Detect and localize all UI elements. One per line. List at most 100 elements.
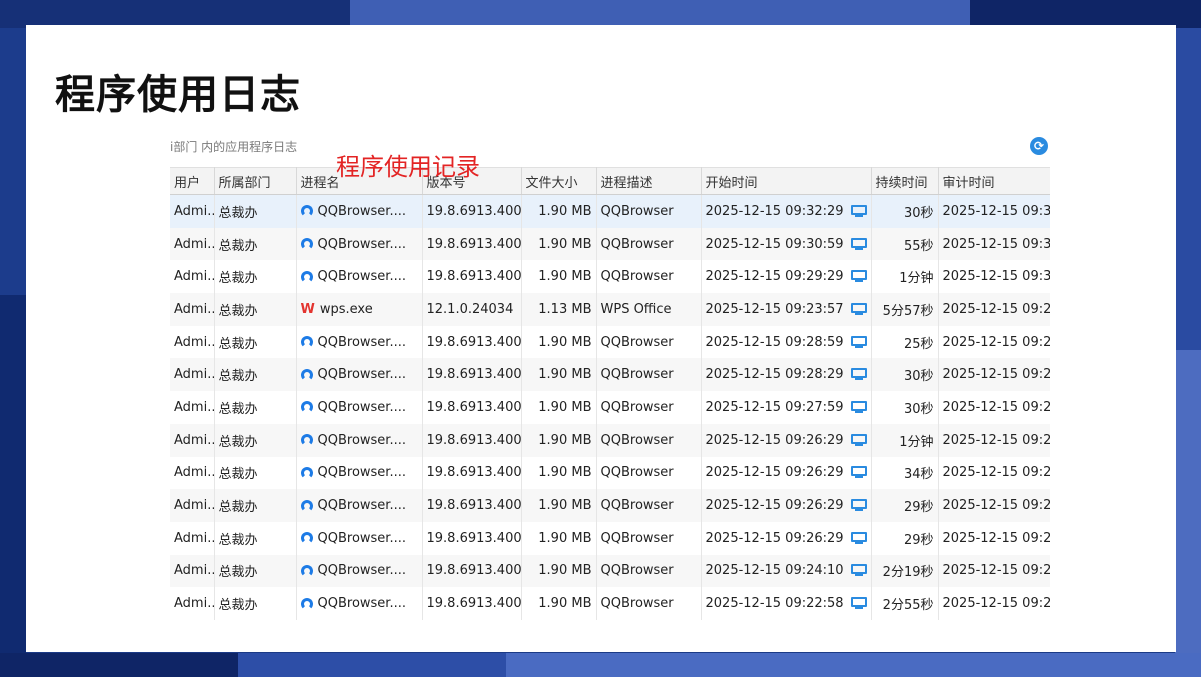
cell-user: Admi... [170, 521, 215, 555]
table-row[interactable]: Admi...总裁办 QQBrowser.... 19.8.6913.4001.90… [170, 260, 1050, 294]
monitor-icon[interactable] [850, 237, 867, 251]
start-time-wrap: 2025-12-15 09:24:10 [706, 563, 867, 578]
monitor-icon[interactable] [850, 597, 867, 610]
cell-start-time: 2025-12-15 09:26:29 [701, 521, 872, 555]
cell-department: 总裁办 [214, 587, 297, 620]
cell-version: 19.8.6913.400 [422, 554, 522, 588]
cell-audit-time: 2025-12-15 09:3 [938, 260, 1050, 294]
start-time-wrap: 2025-12-15 09:28:29 [706, 367, 867, 382]
cell-user: Admi... [170, 587, 215, 620]
process-name-text: QQBrowser.... [317, 498, 406, 514]
cell-version: 19.8.6913.400 [422, 587, 522, 620]
start-time-text: 2025-12-15 09:23:57 [705, 301, 844, 317]
cell-audit-time: 2025-12-15 09:2 [938, 587, 1050, 620]
column-header[interactable]: 所属部门 [214, 167, 297, 195]
cell-version: 19.8.6913.400 [422, 521, 522, 555]
start-time-wrap: 2025-12-15 09:23:57 [706, 302, 867, 317]
cell-description: QQBrowser [596, 521, 702, 555]
table-row[interactable]: Admi...总裁办 QQBrowser.... 19.8.6913.4001.90… [170, 456, 1050, 490]
cell-duration: 5分57秒 [871, 293, 939, 326]
table-row[interactable]: Admi...总裁办 QQBrowser.... 19.8.6913.4001.90… [170, 391, 1050, 424]
process-name-text: QQBrowser.... [317, 432, 406, 448]
cell-process-name: QQBrowser.... [296, 391, 423, 424]
start-time-text: 2025-12-15 09:27:59 [705, 399, 844, 415]
cell-description: QQBrowser [596, 325, 702, 359]
monitor-icon[interactable] [850, 400, 867, 414]
column-header[interactable]: 用户 [170, 167, 215, 195]
process-name-wrap: QQBrowser.... [300, 498, 418, 514]
cell-version: 19.8.6913.400 [422, 325, 522, 359]
table-row[interactable]: Admi...总裁办 QQBrowser.... 19.8.6913.4001.90… [170, 325, 1050, 359]
monitor-icon[interactable] [850, 302, 867, 316]
process-name-text: QQBrowser.... [317, 236, 406, 252]
cell-duration: 1分钟 [871, 260, 939, 294]
table-row[interactable]: Admi...总裁办 QQBrowser.... 19.8.6913.4001.90… [170, 227, 1050, 261]
cell-description: QQBrowser [596, 456, 702, 490]
process-name-text: QQBrowser.... [317, 367, 406, 383]
wps-icon: W [300, 301, 315, 317]
cell-description: QQBrowser [596, 423, 702, 457]
table-row[interactable]: Admi...总裁办 QQBrowser.... 19.8.6913.4001.90… [170, 587, 1050, 620]
frame-band-right-lower [1175, 350, 1201, 653]
cell-version: 19.8.6913.400 [422, 391, 522, 424]
table-row[interactable]: Admi...总裁办 QQBrowser.... 19.8.6913.4001.90… [170, 521, 1050, 555]
start-time-wrap: 2025-12-15 09:26:29 [706, 465, 867, 480]
table-row[interactable]: Admi...总裁办 QQBrowser.... 19.8.6913.4001.90… [170, 554, 1050, 588]
cell-audit-time: 2025-12-15 09:2 [938, 325, 1050, 359]
monitor-icon[interactable] [850, 204, 867, 218]
cell-file-size: 1.13 MB [521, 293, 597, 326]
cell-process-name: QQBrowser.... [296, 358, 423, 392]
column-header[interactable]: 审计时间 [938, 167, 1050, 195]
refresh-icon[interactable]: ⟳ [1030, 137, 1048, 155]
cell-start-time: 2025-12-15 09:28:29 [701, 358, 872, 392]
cell-user: Admi... [170, 325, 215, 359]
start-time-wrap: 2025-12-15 09:28:59 [706, 335, 867, 350]
column-header[interactable]: 开始时间 [701, 167, 872, 195]
monitor-icon[interactable] [850, 335, 867, 349]
cell-department: 总裁办 [214, 260, 297, 294]
column-header[interactable]: 文件大小 [521, 167, 597, 195]
process-name-wrap: QQBrowser.... [300, 269, 418, 284]
process-name-wrap: QQBrowser.... [300, 596, 418, 611]
cell-audit-time: 2025-12-15 09:2 [938, 358, 1050, 392]
cell-department: 总裁办 [214, 456, 297, 490]
monitor-icon[interactable] [850, 499, 867, 512]
monitor-icon[interactable] [850, 433, 867, 447]
start-time-text: 2025-12-15 09:29:29 [705, 269, 844, 285]
cell-version: 19.8.6913.400 [422, 194, 522, 228]
monitor-icon[interactable] [850, 531, 867, 545]
monitor-icon[interactable] [850, 270, 867, 283]
process-name-wrap: QQBrowser.... [300, 335, 418, 350]
qqbrowser-icon [300, 434, 313, 447]
cell-process-name: QQBrowser.... [296, 456, 423, 490]
cell-process-name: QQBrowser.... [296, 260, 423, 294]
process-name-text: wps.exe [319, 301, 373, 317]
cell-department: 总裁办 [214, 227, 297, 261]
monitor-icon[interactable] [850, 368, 867, 381]
frame-band-top-right [970, 0, 1201, 28]
table-row[interactable]: Admi...总裁办 QQBrowser.... 19.8.6913.4001.90… [170, 358, 1050, 392]
table-body: Admi...总裁办QQBrowser....19.8.6913.4001.90… [170, 194, 1050, 620]
cell-start-time: 2025-12-15 09:32:29 [701, 194, 872, 228]
table-row[interactable]: Admi...总裁办 QQBrowser.... 19.8.6913.4001.90… [170, 423, 1050, 457]
cell-version: 19.8.6913.400 [422, 358, 522, 392]
monitor-icon[interactable] [850, 466, 867, 479]
table-row[interactable]: Admi...总裁办Wwps.exe12.1.0.240341.13 MBWPS… [170, 293, 1050, 326]
cell-file-size: 1.90 MB [521, 423, 597, 457]
column-header[interactable]: 进程描述 [596, 167, 702, 195]
cell-user: Admi... [170, 194, 215, 228]
cell-audit-time: 2025-12-15 09:3 [938, 194, 1050, 228]
start-time-text: 2025-12-15 09:26:29 [705, 498, 844, 514]
cell-department: 总裁办 [214, 358, 297, 392]
cell-duration: 25秒 [871, 325, 939, 359]
cell-department: 总裁办 [214, 489, 297, 522]
cell-version: 12.1.0.24034 [422, 293, 522, 326]
table-row[interactable]: Admi...总裁办 QQBrowser.... 19.8.6913.4001.90… [170, 489, 1050, 522]
monitor-icon[interactable] [850, 564, 867, 577]
cell-department: 总裁办 [214, 423, 297, 457]
cell-department: 总裁办 [214, 325, 297, 359]
qqbrowser-icon [300, 336, 313, 349]
column-header[interactable]: 持续时间 [871, 167, 939, 195]
table-row[interactable]: Admi...总裁办 QQBrowser.... 19.8.6913.4001.90… [170, 194, 1050, 228]
process-name-wrap: QQBrowser.... [300, 400, 418, 415]
